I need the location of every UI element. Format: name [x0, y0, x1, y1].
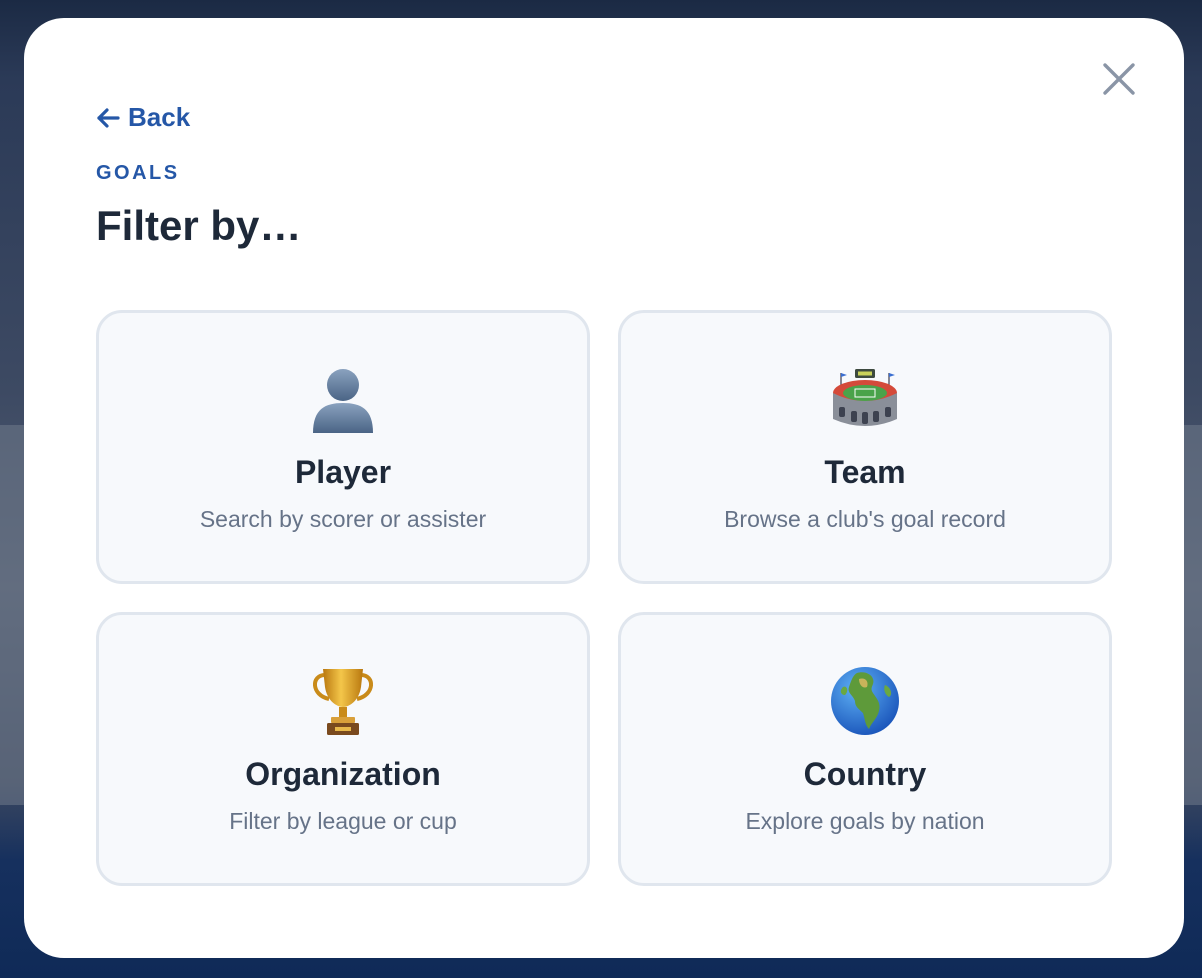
option-card-player[interactable]: Player Search by scorer or assister [96, 310, 590, 584]
globe-icon [829, 665, 901, 737]
option-description: Search by scorer or assister [199, 506, 487, 532]
close-icon [1103, 63, 1135, 95]
modal-title: Filter by… [96, 202, 302, 249]
option-title: Country [803, 756, 927, 792]
option-title: Team [824, 454, 906, 490]
arrow-left-icon [97, 107, 120, 128]
close-button[interactable] [1102, 62, 1136, 96]
person-silhouette-icon [307, 363, 379, 435]
trophy-icon [307, 665, 379, 737]
filter-modal: Back GOALS Filter by… Player Search by s… [24, 18, 1184, 958]
section-eyebrow: GOALS [96, 162, 180, 184]
option-description: Filter by league or cup [229, 808, 457, 834]
option-description: Explore goals by nation [745, 808, 985, 834]
option-description: Browse a club's goal record [724, 506, 1006, 532]
back-button[interactable]: Back [96, 102, 190, 133]
option-card-country[interactable]: Country Explore goals by nation [618, 612, 1112, 886]
option-card-organization[interactable]: Organization Filter by league or cup [96, 612, 590, 886]
option-title: Player [294, 454, 392, 490]
stadium-icon [829, 363, 901, 435]
option-title: Organization [245, 756, 441, 792]
back-label: Back [128, 102, 191, 132]
option-card-team[interactable]: Team Browse a club's goal record [618, 310, 1112, 584]
filter-options-grid: Player Search by scorer or assister Team… [96, 310, 1112, 886]
